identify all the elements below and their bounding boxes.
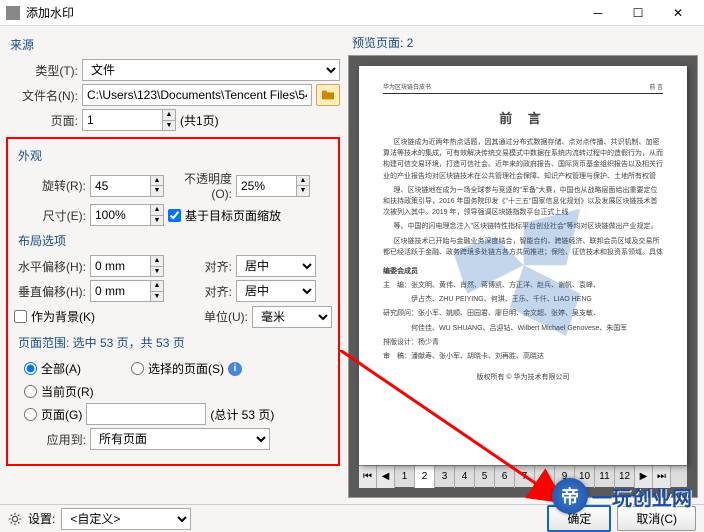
doc-header-left: 华为区块链白皮书	[383, 82, 431, 91]
filename-label: 文件名(N):	[6, 87, 78, 104]
doc-line2: 伊占杰、ZHU PEIYING、何琪、王乐、千仟、LIAO HENG	[383, 294, 663, 305]
page-7[interactable]: 7	[515, 466, 535, 488]
layout-section: 布局选项 水平偏移(H): ▲▼ 对齐: 居中 垂直偏移(H): ▲▼ 对齐: …	[14, 232, 332, 328]
range-selected-radio[interactable]	[131, 362, 144, 375]
doc-p4: 区块链技术已开始与金融业务深度结合，智能合约、跨链经济、联邦会员区域及交易所都已…	[383, 236, 663, 258]
left-panel: 来源 类型(T): 文件 文件名(N): 页面: ▲▼ (共1页)	[4, 30, 342, 500]
opacity-spinner[interactable]: ▲▼	[296, 175, 310, 197]
close-button[interactable]: ✕	[658, 0, 698, 26]
preview-page: 华为区块链白皮书 前 言 前 言 区块链成为近两年热点话题，因其通过分布式数据存…	[359, 66, 687, 465]
unit-select[interactable]: 毫米	[252, 306, 332, 328]
range-selected-label: 选择的页面(S)	[148, 360, 224, 377]
page-spinner[interactable]: ▲▼	[162, 109, 176, 131]
type-label: 类型(T):	[6, 62, 78, 79]
type-select[interactable]: 文件	[82, 59, 340, 81]
opacity-input[interactable]	[236, 175, 296, 197]
as-bg-label: 作为背景(K)	[31, 308, 95, 325]
nav-prev-button[interactable]: ◀	[377, 466, 395, 488]
hoffset-spinner[interactable]: ▲▼	[150, 255, 164, 277]
page-input[interactable]	[82, 109, 162, 131]
committee-title: 编委会成员	[383, 266, 663, 277]
window-title: 添加水印	[26, 4, 74, 21]
as-bg-checkbox[interactable]	[14, 310, 27, 323]
settings-label: 设置:	[28, 510, 55, 527]
filename-input[interactable]	[82, 84, 312, 106]
rotate-spinner[interactable]: ▲▼	[150, 175, 164, 197]
page-3[interactable]: 3	[435, 466, 455, 488]
preview-header: 预览页面: 2	[352, 34, 698, 51]
rotate-input[interactable]	[90, 175, 150, 197]
valign-label: 对齐:	[168, 283, 232, 300]
scale-label: 尺寸(E):	[14, 207, 86, 224]
page-label: 页面:	[6, 112, 78, 129]
minimize-button[interactable]: ─	[578, 0, 618, 26]
range-pages-radio[interactable]	[24, 408, 37, 421]
opacity-label: 不透明度(O):	[168, 170, 232, 201]
range-all-label: 全部(A)	[41, 360, 81, 377]
page-1[interactable]: 1	[395, 466, 415, 488]
range-all-radio[interactable]	[24, 362, 37, 375]
page-4[interactable]: 4	[455, 466, 475, 488]
voffset-spinner[interactable]: ▲▼	[150, 280, 164, 302]
doc-line4: 何佳佳、WU SHUANG、吕迎钻、Wilbert Michael Genove…	[383, 323, 663, 334]
fit-checkbox[interactable]	[168, 209, 181, 222]
source-title: 来源	[10, 36, 340, 53]
doc-footer: 版权所有 © 华为技术有限公司	[383, 372, 663, 383]
maximize-button[interactable]: ☐	[618, 0, 658, 26]
doc-header-right: 前 言	[649, 82, 663, 91]
voffset-input[interactable]	[90, 280, 150, 302]
range-current-label: 当前页(R)	[41, 383, 94, 400]
browse-button[interactable]	[316, 84, 340, 106]
doc-line3: 研究顾问：张小军、姚顺、田园君、廖巨明、余文超、张婷、吴支敏、	[383, 308, 663, 319]
appearance-section: 外观 旋转(R): ▲▼ 不透明度(O): ▲▼ 尺寸(E): ▲▼ 基于目标页…	[14, 147, 332, 226]
rotate-label: 旋转(R):	[14, 177, 86, 194]
doc-p1: 区块链成为近两年热点话题，因其通过分布式数据存储、点对点传播、共识机制、加密算法…	[383, 137, 663, 182]
appearance-title: 外观	[18, 147, 332, 164]
halign-select[interactable]: 居中	[236, 255, 316, 277]
range-title: 页面范围: 选中 53 页，共 53 页	[18, 334, 332, 351]
app-icon	[6, 6, 20, 20]
apply-to-select[interactable]: 所有页面	[90, 428, 270, 450]
highlighted-settings: 外观 旋转(R): ▲▼ 不透明度(O): ▲▼ 尺寸(E): ▲▼ 基于目标页…	[6, 137, 340, 466]
hoffset-input[interactable]	[90, 255, 150, 277]
gear-icon[interactable]	[8, 512, 22, 526]
range-pages-label: 页面(G)	[41, 406, 82, 423]
site-text: 一玩创业网	[592, 482, 692, 511]
source-section: 来源 类型(T): 文件 文件名(N): 页面: ▲▼ (共1页)	[6, 36, 340, 131]
site-badge: 帝	[552, 478, 588, 514]
halign-label: 对齐:	[168, 258, 232, 275]
range-total: (总计 53 页)	[210, 406, 274, 423]
doc-p2: 理、区块链地在成为一场全球参与竞逐的"军备"大赛，中国也从战略层面给出重要定位和…	[383, 185, 663, 219]
page-count: (共1页)	[180, 112, 219, 129]
nav-first-button[interactable]: ⏮	[359, 466, 377, 488]
page-2[interactable]: 2	[415, 466, 435, 488]
page-6[interactable]: 6	[495, 466, 515, 488]
doc-title: 前 言	[383, 108, 663, 127]
titlebar: 添加水印 ─ ☐ ✕	[0, 0, 704, 26]
info-icon[interactable]: i	[228, 362, 242, 376]
settings-select[interactable]: <自定义>	[61, 508, 191, 530]
range-section: 页面范围: 选中 53 页，共 53 页 全部(A) 选择的页面(S) i 当前页…	[14, 334, 332, 450]
doc-line6: 审 稿：潘献寿、张小军、胡晓卡、刘再胜、高晓达	[383, 351, 663, 362]
range-pages-input[interactable]	[86, 403, 206, 425]
scale-input[interactable]	[90, 204, 150, 226]
folder-icon	[321, 88, 335, 102]
doc-p3: 等。中国的闪电理念注入"区块链特性指标平台创业社会"等均对区块链做出产业规定。	[383, 221, 663, 232]
range-current-radio[interactable]	[24, 385, 37, 398]
valign-select[interactable]: 居中	[236, 280, 316, 302]
doc-line5: 排版设计：杨少青	[383, 337, 663, 348]
unit-label: 单位(U):	[184, 308, 248, 325]
right-panel: 预览页面: 2 华为区块链白皮书 前 言 前 言 区块链成为近两年热点话题，因其…	[346, 30, 700, 500]
layout-title: 布局选项	[18, 232, 332, 249]
hoffset-label: 水平偏移(H):	[14, 258, 86, 275]
preview-area: 华为区块链白皮书 前 言 前 言 区块链成为近两年热点话题，因其通过分布式数据存…	[348, 55, 698, 498]
page-5[interactable]: 5	[475, 466, 495, 488]
doc-line1: 主 编：张文明、黄伟、肖然、蒋博凯、方正洋、赵兵、谢帆、袁峰、	[383, 280, 663, 291]
site-watermark: 帝 一玩创业网	[552, 478, 692, 514]
fit-label: 基于目标页面缩放	[185, 207, 281, 224]
scale-spinner[interactable]: ▲▼	[150, 204, 164, 226]
apply-to-label: 应用到:	[14, 431, 86, 448]
voffset-label: 垂直偏移(H):	[14, 283, 86, 300]
